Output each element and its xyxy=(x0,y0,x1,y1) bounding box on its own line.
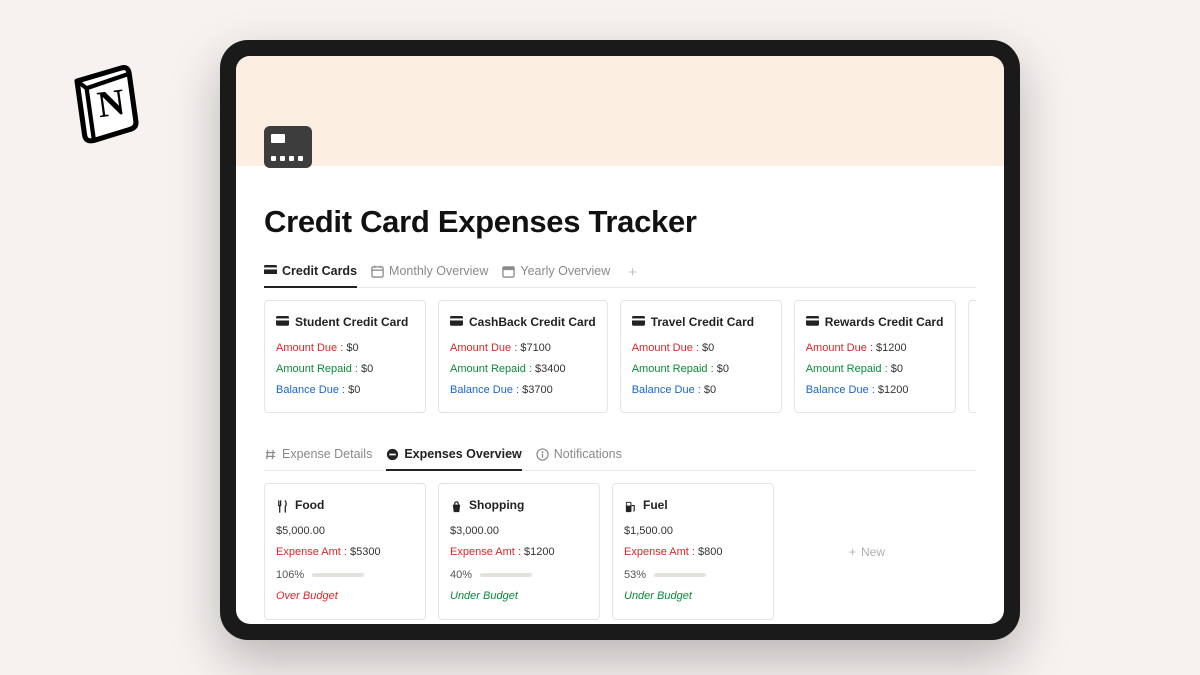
expense-pct-label: 53% xyxy=(624,565,646,586)
credit-card-icon xyxy=(632,316,645,328)
hash-icon xyxy=(264,448,277,461)
card-name: Travel Credit Card xyxy=(651,311,754,334)
calendar-icon xyxy=(502,265,515,278)
expense-status: Under Budget xyxy=(450,586,588,607)
credit-card-item[interactable]: CashBack Credit Card Amount Due : $7100 … xyxy=(438,300,608,413)
tab-credit-cards[interactable]: Credit Cards xyxy=(264,258,357,288)
card-name: Student Credit Card xyxy=(295,311,408,334)
page-icon-credit-card[interactable] xyxy=(264,126,312,168)
minus-circle-icon xyxy=(386,448,399,461)
expense-budget: $1,500.00 xyxy=(624,521,762,542)
new-label: New xyxy=(861,545,885,559)
credit-card-icon xyxy=(450,316,463,328)
view-tabs-expenses: Expense Details Expenses Overview Notifi… xyxy=(264,441,976,471)
tab-notifications[interactable]: Notifications xyxy=(536,441,622,471)
tablet-frame: Credit Card Expenses Tracker Credit Card… xyxy=(220,40,1020,640)
fuel-icon xyxy=(624,500,637,512)
card-name: CashBack Credit Card xyxy=(469,311,596,334)
expense-pct-row: 40% xyxy=(450,565,588,586)
tab-label: Monthly Overview xyxy=(389,264,488,278)
expense-status: Under Budget xyxy=(624,586,762,607)
credit-card-icon xyxy=(276,316,289,328)
info-icon xyxy=(536,448,549,461)
credit-card-icon xyxy=(264,265,277,278)
progress-bar xyxy=(480,573,532,577)
expense-budget: $3,000.00 xyxy=(450,521,588,542)
tab-expense-details[interactable]: Expense Details xyxy=(264,441,372,471)
credit-card-item[interactable]: Rewards Credit Card Amount Due : $1200 A… xyxy=(794,300,956,413)
progress-bar xyxy=(654,573,706,577)
expense-budget: $5,000.00 xyxy=(276,521,414,542)
notion-logo: N xyxy=(65,60,150,145)
expense-name: Fuel xyxy=(643,494,668,517)
credit-card-item[interactable]: Travel Credit Card Amount Due : $0 Amoun… xyxy=(620,300,782,413)
tab-expenses-overview[interactable]: Expenses Overview xyxy=(386,441,521,471)
expense-pct-row: 106% xyxy=(276,565,414,586)
progress-bar xyxy=(312,573,364,577)
expense-name: Food xyxy=(295,494,324,517)
tab-label: Expense Details xyxy=(282,447,372,461)
calendar-grid-icon xyxy=(371,265,384,278)
shopping-icon xyxy=(450,500,463,512)
expense-status: Over Budget xyxy=(276,586,414,607)
tab-label: Yearly Overview xyxy=(520,264,610,278)
tab-label: Expenses Overview xyxy=(404,447,521,461)
expense-pct-label: 106% xyxy=(276,565,304,586)
expense-name: Shopping xyxy=(469,494,524,517)
new-expense-button[interactable]: + New xyxy=(786,483,948,619)
page-banner xyxy=(236,56,1004,166)
app-screen: Credit Card Expenses Tracker Credit Card… xyxy=(236,56,1004,624)
credit-card-icon xyxy=(806,316,819,328)
tab-yearly-overview[interactable]: Yearly Overview xyxy=(502,258,610,288)
tab-label: Notifications xyxy=(554,447,622,461)
expense-item[interactable]: Shopping $3,000.00 Expense Amt : $1200 4… xyxy=(438,483,600,619)
expense-pct-row: 53% xyxy=(624,565,762,586)
card-name: Rewards Credit Card xyxy=(825,311,944,334)
add-view-button[interactable]: + xyxy=(624,264,641,281)
svg-text:N: N xyxy=(95,82,127,126)
expense-item[interactable]: Fuel $1,500.00 Expense Amt : $800 53% Un… xyxy=(612,483,774,619)
expense-item[interactable]: Food $5,000.00 Expense Amt : $5300 106% … xyxy=(264,483,426,619)
tab-label: Credit Cards xyxy=(282,264,357,278)
credit-card-item-overflow[interactable] xyxy=(968,300,976,413)
credit-card-gallery: Student Credit Card Amount Due : $0 Amou… xyxy=(264,300,976,413)
page-title: Credit Card Expenses Tracker xyxy=(264,204,976,240)
expense-pct-label: 40% xyxy=(450,565,472,586)
plus-icon: + xyxy=(849,545,856,559)
expense-gallery: Food $5,000.00 Expense Amt : $5300 106% … xyxy=(264,483,976,619)
tab-monthly-overview[interactable]: Monthly Overview xyxy=(371,258,488,288)
food-icon xyxy=(276,500,289,512)
view-tabs-credit: Credit Cards Monthly Overview Yearly Ove… xyxy=(264,258,976,288)
credit-card-item[interactable]: Student Credit Card Amount Due : $0 Amou… xyxy=(264,300,426,413)
